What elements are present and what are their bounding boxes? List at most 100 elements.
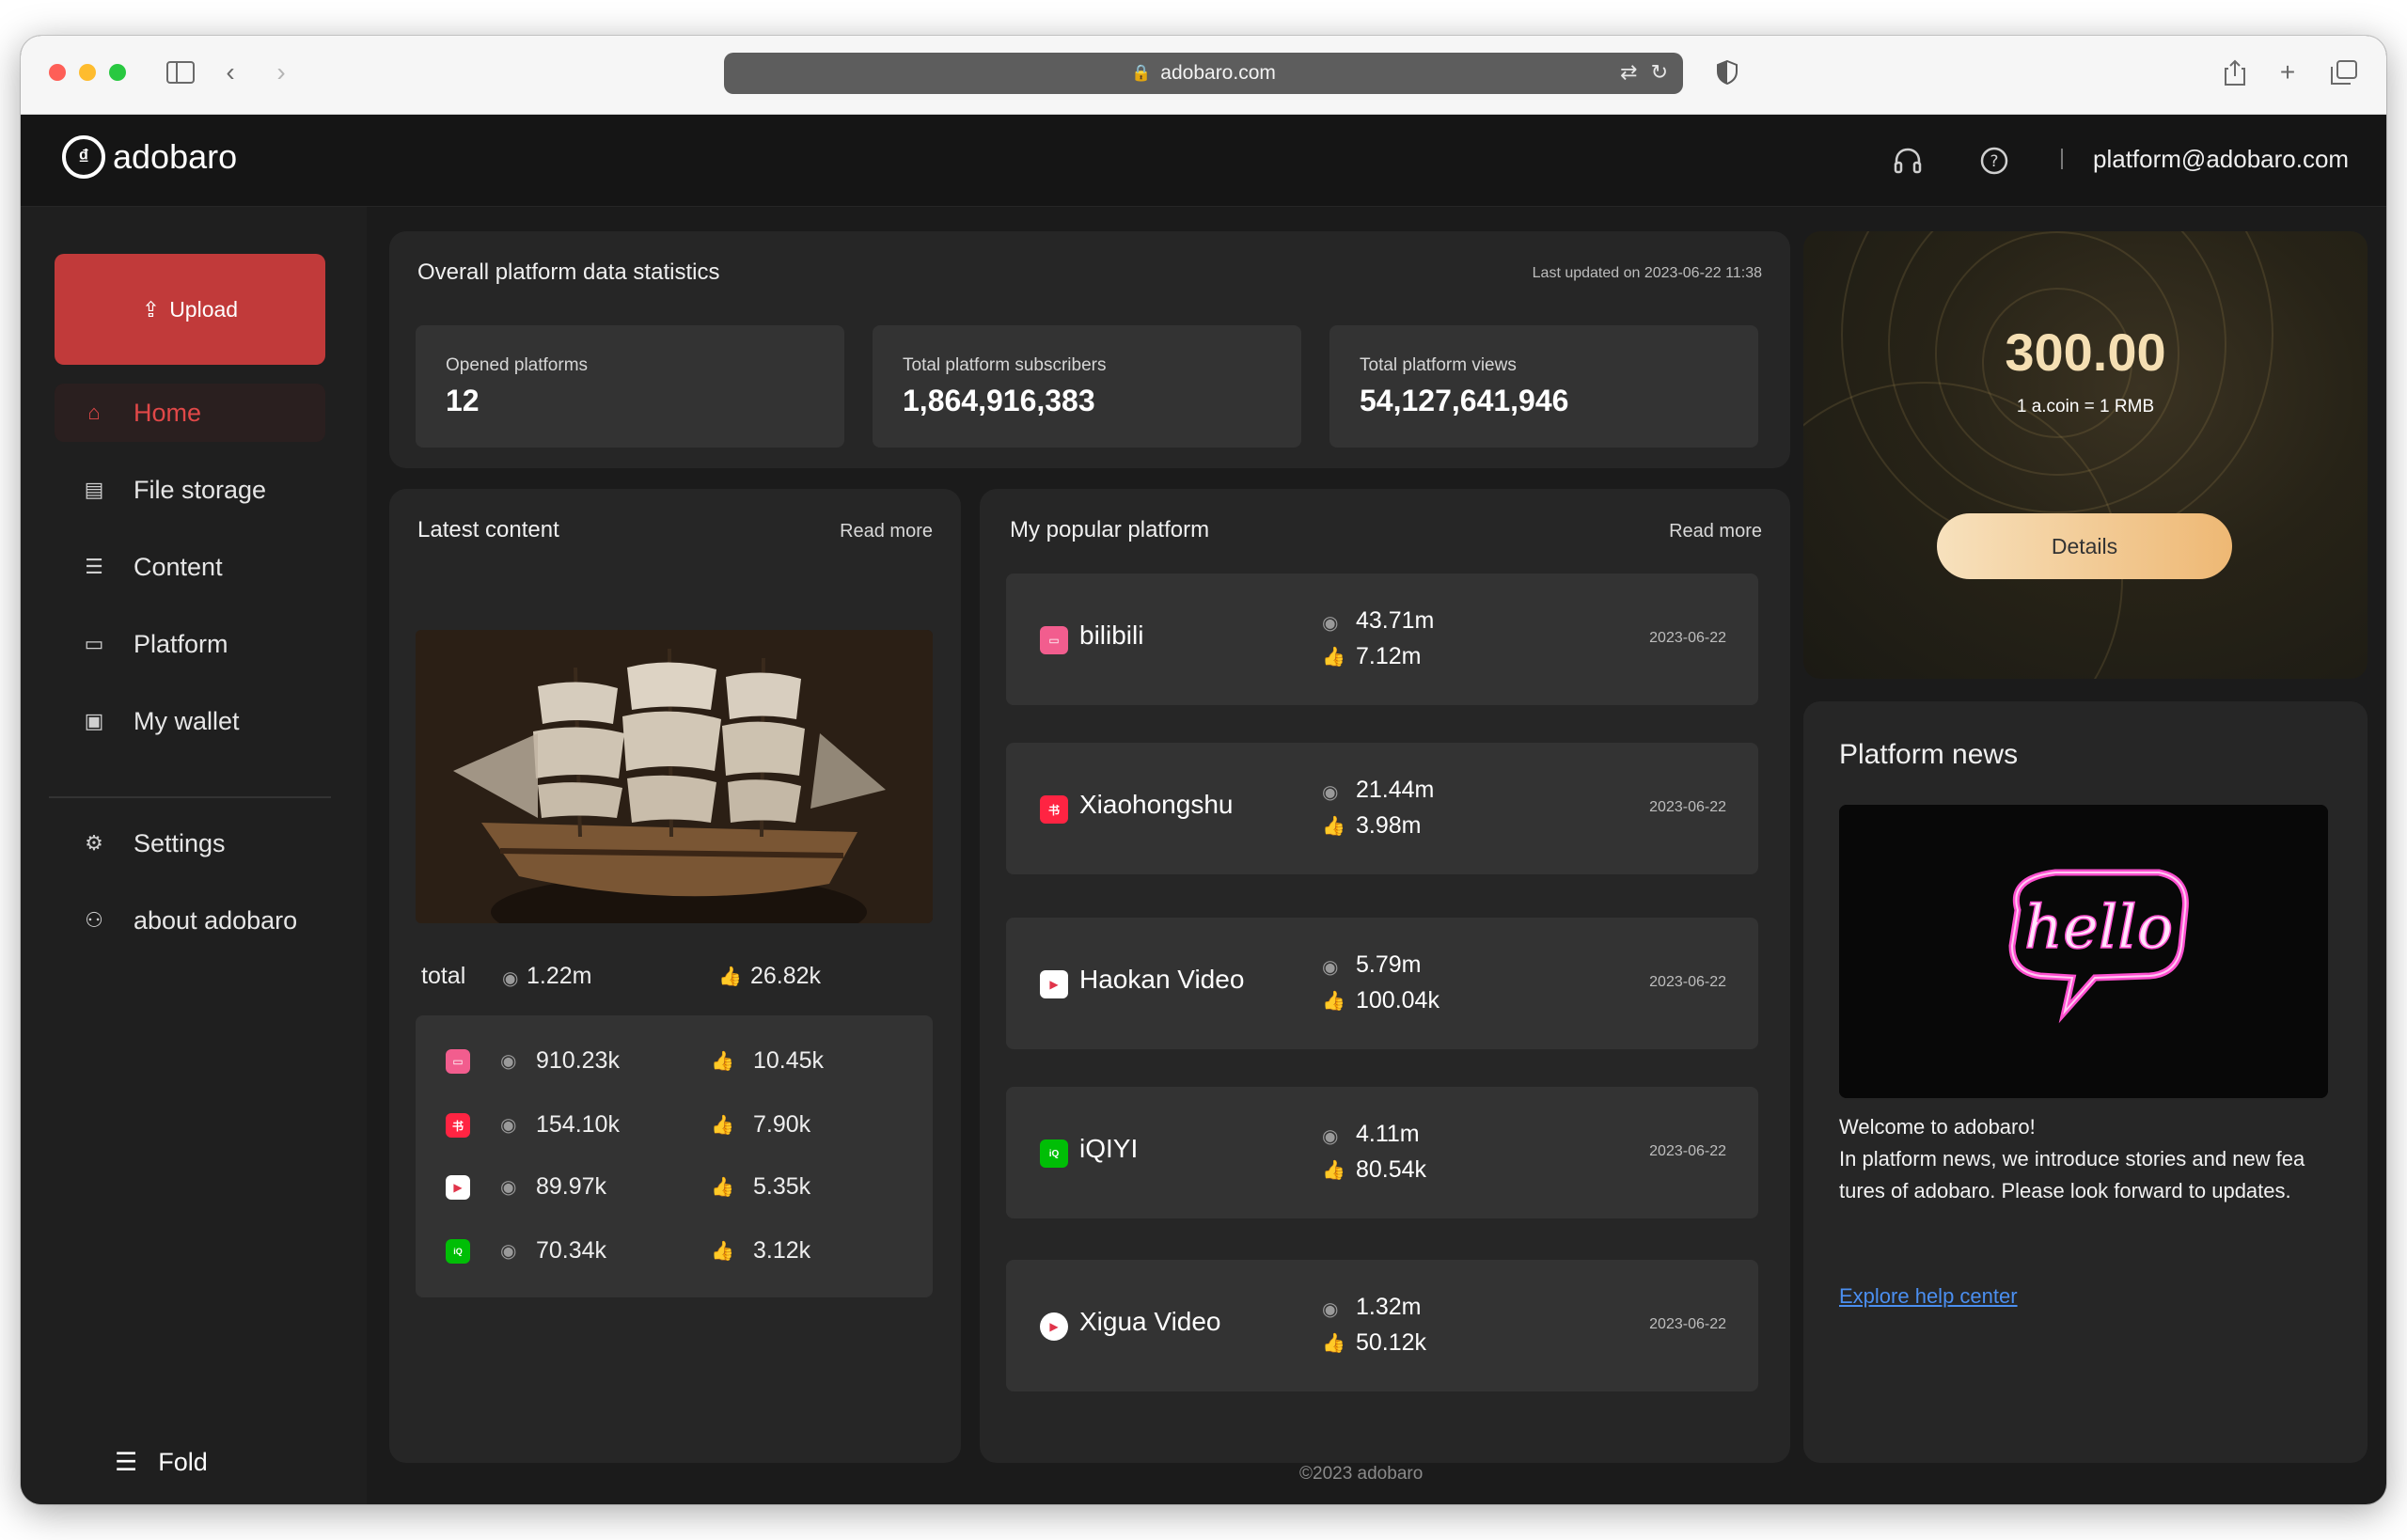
- list-item: ▶ ◉ 89.97k 👍 5.35k: [416, 1168, 933, 1205]
- likes-icon: 👍: [1322, 647, 1345, 668]
- stat-value: 1,864,916,383: [903, 384, 1095, 417]
- news-image[interactable]: hello: [1839, 805, 2328, 1098]
- reload-icon[interactable]: ↻: [1651, 60, 1668, 85]
- sidebar-item-label: My wallet: [134, 706, 240, 735]
- bilibili-icon: ▭: [1040, 626, 1068, 654]
- sidebar-item-content[interactable]: ☰ Content: [55, 538, 325, 596]
- likes-icon: 👍: [718, 966, 742, 987]
- back-icon[interactable]: ‹: [216, 56, 244, 88]
- sidebar-item-home[interactable]: ⌂ Home: [55, 384, 325, 442]
- latest-platform-breakdown: ▭ ◉ 910.23k 👍 10.45k 书 ◉ 154.10k 👍 7.90k…: [416, 1015, 933, 1297]
- platform-row-xigua-video[interactable]: ▶ Xigua Video ◉ 1.32m 👍 50.12k 2023-06-2…: [1006, 1260, 1758, 1391]
- close-window-button[interactable]: [49, 64, 66, 81]
- platform-row-iqiyi[interactable]: iQ iQIYI ◉ 4.11m 👍 80.54k 2023-06-22: [1006, 1087, 1758, 1218]
- help-icon[interactable]: ?: [1978, 145, 2010, 177]
- platform-row-xiaohongshu[interactable]: 书 Xiaohongshu ◉ 21.44m 👍 3.98m 2023-06-2…: [1006, 743, 1758, 874]
- platform-views: 70.34k: [536, 1237, 607, 1264]
- details-button[interactable]: Details: [1937, 513, 2232, 579]
- total-views: 1.22m: [527, 963, 592, 989]
- content-icon: ☰: [85, 555, 103, 578]
- latest-total-row: total ◉ 1.22m 👍 26.82k: [421, 959, 929, 997]
- upload-button[interactable]: ⇪ Upload: [55, 254, 325, 365]
- header-separator: [2061, 149, 2063, 169]
- sidebar-item-platform[interactable]: ▭ Platform: [55, 615, 325, 673]
- platform-likes: 10.45k: [753, 1047, 825, 1074]
- likes-icon: 👍: [1322, 991, 1345, 1012]
- stat-label: Total platform subscribers: [903, 355, 1107, 375]
- likes-icon: 👍: [711, 1115, 734, 1136]
- stats-title: Overall platform data statistics: [417, 259, 720, 285]
- shield-icon[interactable]: [1713, 56, 1741, 88]
- sidebar-item-file-storage[interactable]: ▤ File storage: [55, 461, 325, 519]
- sidebar-item-my-wallet[interactable]: ▣ My wallet: [55, 692, 325, 750]
- platform-row-haokan-video[interactable]: ▶ Haokan Video ◉ 5.79m 👍 100.04k 2023-06…: [1006, 918, 1758, 1049]
- platform-date: 2023-06-22: [1649, 974, 1726, 990]
- news-line-1: Welcome to adobaro!: [1839, 1115, 2036, 1139]
- platform-date: 2023-06-22: [1649, 1316, 1726, 1332]
- platform-views: 43.71m: [1356, 607, 1435, 634]
- svg-text:?: ?: [1990, 152, 1998, 171]
- list-item: iQ ◉ 70.34k 👍 3.12k: [416, 1232, 933, 1269]
- views-icon: ◉: [1322, 957, 1339, 978]
- likes-icon: 👍: [1322, 1333, 1345, 1354]
- forward-icon[interactable]: ›: [267, 56, 295, 88]
- views-icon: ◉: [1322, 782, 1339, 803]
- views-icon: ◉: [1322, 1299, 1339, 1320]
- platform-likes: 7.90k: [753, 1111, 811, 1138]
- sidebar: ⇪ Upload ⌂ Home ▤ File storage ☰ Content…: [21, 207, 367, 1504]
- platform-likes: 100.04k: [1356, 987, 1439, 1014]
- platform-date: 2023-06-22: [1649, 1143, 1726, 1159]
- platform-date: 2023-06-22: [1649, 630, 1726, 646]
- iqiyi-icon: iQ: [446, 1239, 470, 1264]
- sidebar-item-about[interactable]: ⚇ about adobaro: [55, 891, 325, 950]
- coin-rate: 1 a.coin = 1 RMB: [2016, 397, 2155, 416]
- lock-icon: 🔒: [1131, 64, 1152, 82]
- likes-icon: 👍: [711, 1051, 734, 1072]
- sidebar-item-settings[interactable]: ⚙ Settings: [55, 814, 325, 872]
- file-storage-icon: ▤: [84, 478, 104, 501]
- platform-views: 4.11m: [1356, 1121, 1420, 1147]
- platform-views: 89.97k: [536, 1173, 607, 1200]
- likes-icon: 👍: [1322, 1160, 1345, 1181]
- iqiyi-icon: iQ: [1040, 1139, 1068, 1168]
- platform-news-card: Platform news hello Welcome to adobaro! …: [1803, 701, 2368, 1463]
- haokan-icon: ▶: [1040, 970, 1068, 998]
- tabs-overview-icon[interactable]: [2328, 56, 2360, 88]
- platform-name: Xiaohongshu: [1079, 790, 1234, 819]
- popular-platform-card: My popular platform Read more ▭ bilibili…: [980, 489, 1790, 1463]
- new-tab-icon[interactable]: +: [2273, 56, 2302, 88]
- fold-label: Fold: [158, 1448, 208, 1476]
- views-icon: ◉: [500, 1241, 517, 1262]
- address-bar[interactable]: 🔒 adobaro.com ⇄ ↻: [724, 53, 1683, 94]
- zoom-window-button[interactable]: [109, 64, 126, 81]
- latest-content-card: Latest content Read more total ◉ 1.22m 👍…: [389, 489, 961, 1463]
- account-email[interactable]: platform@adobaro.com: [2093, 145, 2349, 174]
- list-item: ▭ ◉ 910.23k 👍 10.45k: [416, 1042, 933, 1079]
- platform-name: iQIYI: [1079, 1134, 1139, 1163]
- browser-window: ‹ › 🔒 adobaro.com ⇄ ↻ + ₫ adobaro ? plat…: [21, 36, 2386, 1504]
- bilibili-icon: ▭: [446, 1049, 470, 1074]
- views-icon: ◉: [500, 1177, 517, 1198]
- sidebar-item-label: about adobaro: [134, 905, 298, 935]
- content-thumbnail[interactable]: [416, 630, 933, 923]
- total-subscribers-stat: Total platform subscribers 1,864,916,383: [873, 325, 1301, 448]
- platform-views: 154.10k: [536, 1111, 620, 1138]
- translate-icon[interactable]: ⇄: [1620, 60, 1637, 85]
- minimize-window-button[interactable]: [79, 64, 96, 81]
- latest-read-more-link[interactable]: Read more: [840, 521, 933, 542]
- fold-button[interactable]: ☰ Fold: [115, 1448, 208, 1477]
- explore-help-center-link[interactable]: Explore help center: [1839, 1284, 2018, 1309]
- popular-read-more-link[interactable]: Read more: [1669, 521, 1762, 542]
- adobaro-logo[interactable]: ₫ adobaro: [62, 135, 237, 179]
- total-likes: 26.82k: [750, 963, 822, 989]
- sidebar-toggle-icon[interactable]: [162, 56, 199, 88]
- views-icon: ◉: [1322, 1126, 1339, 1147]
- platform-likes: 80.54k: [1356, 1156, 1427, 1183]
- platform-row-bilibili[interactable]: ▭ bilibili ◉ 43.71m 👍 7.12m 2023-06-22: [1006, 574, 1758, 705]
- headset-icon[interactable]: [1892, 145, 1924, 177]
- stat-label: Total platform views: [1360, 355, 1517, 375]
- platform-views: 21.44m: [1356, 777, 1435, 803]
- share-icon[interactable]: [2221, 56, 2249, 88]
- platform-likes: 5.35k: [753, 1173, 811, 1200]
- fold-icon: ☰: [115, 1448, 138, 1476]
